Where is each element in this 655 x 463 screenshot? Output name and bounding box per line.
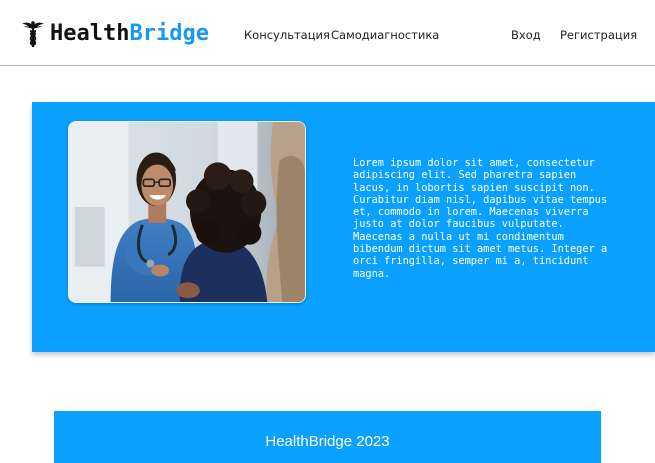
doctor-consulting-patient-photo [69, 122, 305, 302]
nav-link-consultation[interactable]: Консультация [244, 27, 330, 43]
logo-text-bridge: Bridge [129, 21, 209, 46]
hero-section: Lorem ipsum dolor sit amet, consectetur … [32, 102, 655, 352]
hero-image [68, 121, 306, 303]
nav-link-self-diagnosis[interactable]: Самодиагностика [331, 27, 439, 43]
hero-description: Lorem ipsum dolor sit amet, consectetur … [353, 157, 608, 280]
footer-copyright: HealthBridge 2023 [265, 433, 390, 450]
site-footer: HealthBridge 2023 [54, 411, 601, 463]
caduceus-icon [22, 21, 44, 47]
logo-text: HealthBridge [50, 19, 209, 49]
nav-link-login[interactable]: Вход [511, 27, 541, 43]
nav-link-register[interactable]: Регистрация [560, 27, 637, 43]
site-header: HealthBridge Консультация Самодиагностик… [0, 0, 655, 66]
logo-link[interactable]: HealthBridge [21, 19, 209, 49]
logo-text-health: Health [50, 21, 130, 46]
